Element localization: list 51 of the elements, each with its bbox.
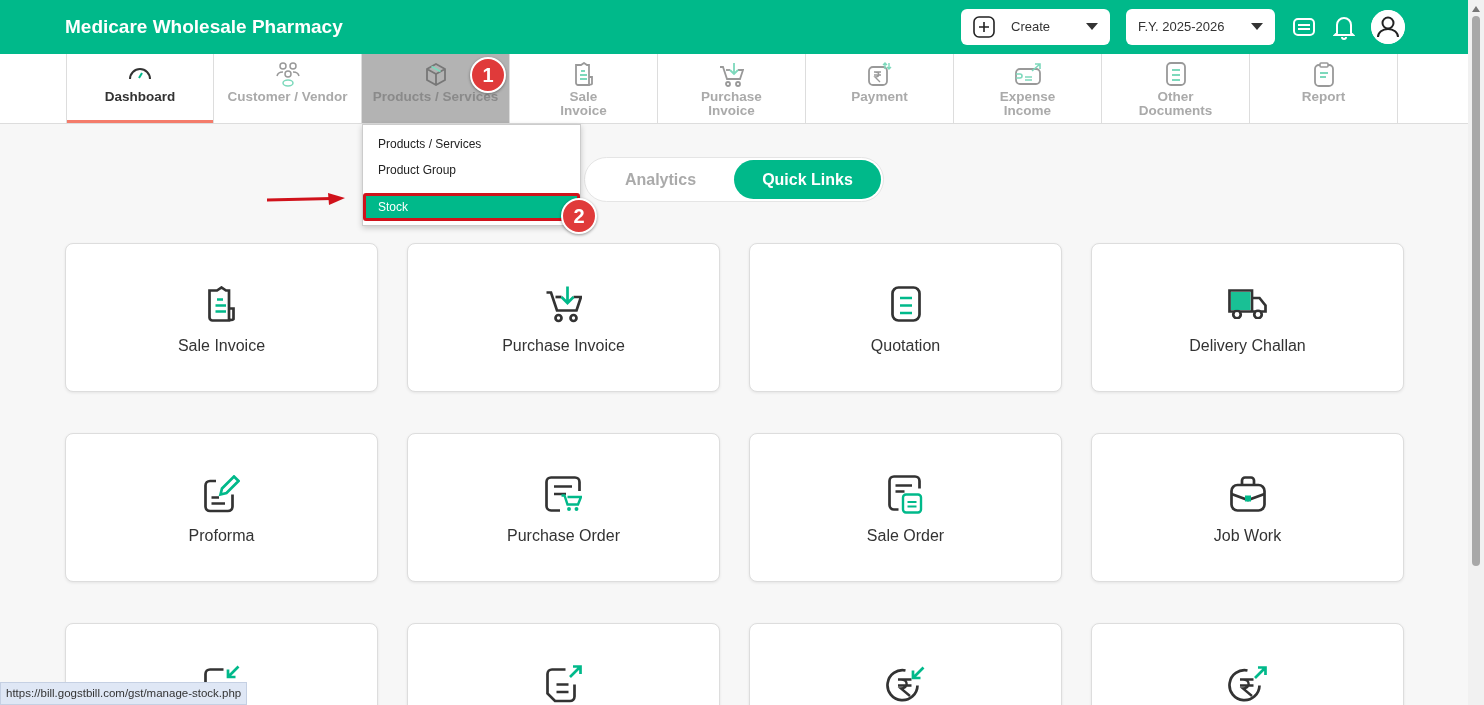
card-title: Proforma [188,526,255,546]
menu-item[interactable]: Products / Services [363,131,580,157]
quick-link-card[interactable]: Sale Invoice [65,243,378,392]
caret-icon [1251,23,1263,31]
box-icon [425,62,446,86]
quick-link-card[interactable]: Purchase Order [407,433,720,582]
arrow-up-icon[interactable] [1472,6,1480,12]
rupee-icon [867,62,892,86]
document-arrow-icon [545,665,582,703]
quick-link-card[interactable]: Job Work [1091,433,1404,582]
plus-icon [973,16,995,38]
pencil-document-icon [203,475,240,513]
link-url-tooltip: https://bill.gogstbill.com/gst/manage-stock.php [0,681,248,705]
quick-link-card[interactable]: Delivery Challan [1091,243,1404,392]
card-title: Sale Invoice [177,336,266,356]
wallet-icon [1014,63,1041,85]
nav-tab[interactable]: Dashboard [66,54,214,123]
truck-icon [1228,288,1267,320]
people-icon [275,61,300,87]
cart-icon [544,285,583,323]
card-title: Delivery Challan [1189,336,1306,356]
cart-document-icon [544,475,583,513]
card-title: Purchase Invoice [502,336,625,356]
document-icon [1165,62,1186,86]
card-title: Sale Order [866,526,945,546]
gauge-icon [129,68,151,80]
company-title: Medicare Wholesale Pharmacy [65,14,343,39]
year-dropdown[interactable]: F.Y. 2025-2026 [1126,9,1275,45]
receipt-icon [574,62,593,86]
receipt-icon [208,286,235,322]
cart-icon [719,61,744,87]
card-title: Job Work [1213,526,1282,546]
quick-link-card[interactable]: Quotation [749,243,1062,392]
step-badge: 2 [561,198,597,234]
notification-icon[interactable] [1333,14,1355,40]
rupee-arrow-icon [886,666,925,702]
clipboard-icon [1313,61,1334,87]
card-title: Quotation [870,336,941,356]
scrollbar[interactable] [1468,0,1484,705]
menu-item[interactable]: Product Group [363,157,580,183]
document-icon [890,286,921,322]
briefcase-icon [1229,476,1266,512]
rupee-arrow-icon [1228,666,1267,702]
create-button[interactable]: Create [961,9,1110,45]
caret-icon [1086,23,1098,31]
card-title: Purchase Order [507,526,620,546]
user-avatar[interactable] [1371,10,1405,44]
quick-link-card[interactable]: Proforma [65,433,378,582]
quick-link-card[interactable]: Sale Order [749,433,1062,582]
quick-link-card[interactable]: Purchase Invoice [407,243,720,392]
order-document-icon [888,474,923,514]
